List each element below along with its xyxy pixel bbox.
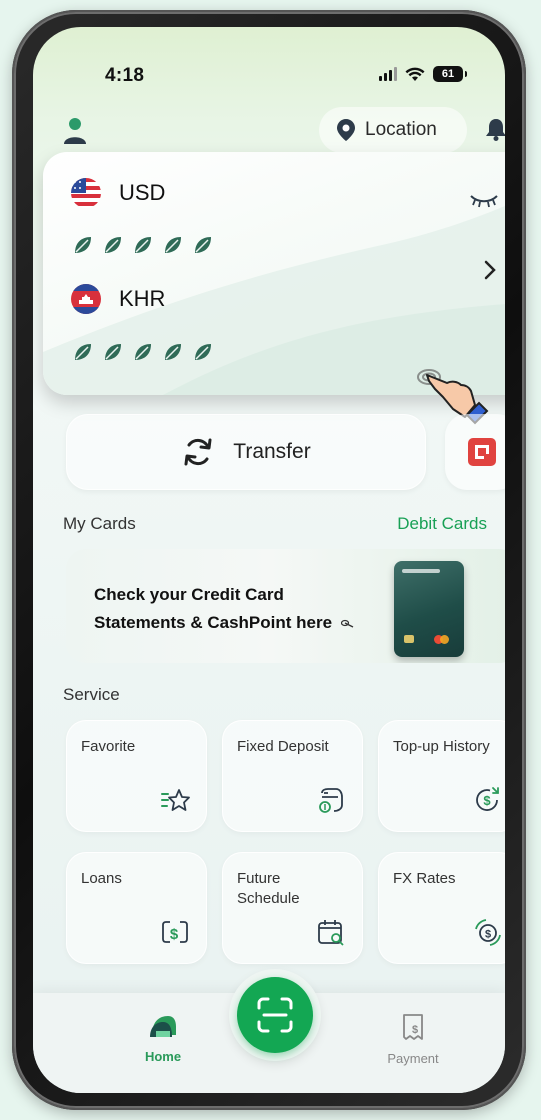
service-tile-topup-history[interactable]: Top-up History $: [378, 720, 505, 832]
promo-line-1: Check your Credit Card: [94, 585, 284, 604]
leaf-icon: [135, 237, 151, 253]
home-icon: [150, 1016, 176, 1037]
status-bar: 4:18 61: [33, 27, 505, 97]
cambodia-flag-icon: [71, 284, 101, 314]
qr-code-button[interactable]: [445, 414, 505, 490]
dollar-bracket-icon: $: [162, 921, 188, 943]
nav-home[interactable]: Home: [103, 1013, 223, 1064]
star-list-icon: [161, 789, 190, 811]
battery-icon: 61: [433, 66, 467, 82]
svg-text:$: $: [170, 926, 179, 943]
profile-icon[interactable]: [63, 117, 87, 145]
transfer-label: Transfer: [233, 440, 311, 463]
my-cards-title: My Cards: [63, 514, 136, 533]
tile-label: Loans: [81, 870, 122, 887]
nav-home-label: Home: [144, 1049, 182, 1064]
location-label: Location: [365, 119, 437, 140]
qr-square-icon: [468, 438, 496, 466]
leaf-icon: [105, 237, 121, 253]
service-tile-loans[interactable]: Loans $: [66, 852, 207, 964]
calendar-search-icon: [318, 920, 344, 946]
location-pin-icon: [337, 119, 355, 141]
leaf-icon: [135, 344, 151, 360]
credit-card-image: [394, 561, 464, 657]
service-tile-fx-rates[interactable]: FX Rates $: [378, 852, 505, 964]
leaf-icon: [165, 344, 181, 360]
leaf-icon: [75, 344, 91, 360]
usd-hidden-balance: [73, 235, 213, 255]
phone-frame: 4:18 61 Location USD KHR Transfer My Car…: [12, 10, 526, 1110]
khr-row: KHR: [71, 284, 165, 314]
leaf-icon: [165, 237, 181, 253]
eye-closed-icon[interactable]: [469, 192, 499, 208]
transfer-button[interactable]: Transfer: [66, 414, 426, 490]
credit-card-promo-banner[interactable]: Check your Credit Card Statements & Cash…: [66, 549, 505, 663]
refresh-arrows-icon: [184, 438, 212, 466]
khr-code: KHR: [119, 286, 166, 311]
tile-label: Top-up History: [393, 738, 490, 755]
svg-text:$: $: [412, 1024, 418, 1036]
us-flag-icon: [71, 178, 101, 208]
service-title: Service: [63, 685, 120, 704]
service-tile-future-schedule[interactable]: Future Schedule: [222, 852, 363, 964]
promo-line-2: Statements & CashPoint here: [94, 613, 355, 633]
notification-bell-icon[interactable]: [485, 117, 505, 141]
app-screen: 4:18 61 Location USD KHR Transfer My Car…: [33, 27, 505, 1093]
svg-text:$: $: [485, 929, 491, 941]
usd-row: USD: [71, 178, 165, 208]
currency-exchange-icon: $: [475, 919, 501, 946]
nav-payment-label: Payment: [387, 1051, 439, 1066]
scan-fab-container: [229, 969, 321, 1061]
nav-payment[interactable]: $ Payment: [353, 1013, 473, 1066]
debit-cards-link[interactable]: Debit Cards: [397, 514, 487, 534]
svg-text:$: $: [483, 793, 491, 808]
wifi-icon: [405, 67, 425, 81]
tile-label: FX Rates: [393, 870, 456, 887]
service-tile-fixed-deposit[interactable]: Fixed Deposit: [222, 720, 363, 832]
leaf-icon: [195, 237, 211, 253]
leaf-icon: [105, 344, 121, 360]
status-icons: 61: [379, 66, 467, 82]
payment-receipt-icon: $: [403, 1014, 423, 1040]
tile-label: Fixed Deposit: [237, 738, 329, 755]
tap-pointer-icon: [340, 619, 354, 628]
chevron-right-icon[interactable]: [483, 259, 497, 281]
service-tile-favorite[interactable]: Favorite: [66, 720, 207, 832]
khr-hidden-balance: [73, 342, 213, 362]
leaf-icon: [195, 344, 211, 360]
top-bar: Location: [33, 107, 505, 155]
tile-label: Future Schedule: [237, 870, 300, 907]
status-time: 4:18: [105, 65, 145, 86]
leaf-icon: [75, 237, 91, 253]
usd-code: USD: [119, 180, 166, 205]
scan-qr-button[interactable]: [237, 977, 313, 1053]
tile-label: Favorite: [81, 738, 136, 755]
scan-frame-icon: [257, 997, 293, 1033]
dollar-refresh-icon: $: [476, 787, 499, 811]
location-button[interactable]: Location: [319, 107, 467, 153]
piggy-bank-icon: [319, 788, 343, 813]
signal-icon: [379, 67, 397, 81]
